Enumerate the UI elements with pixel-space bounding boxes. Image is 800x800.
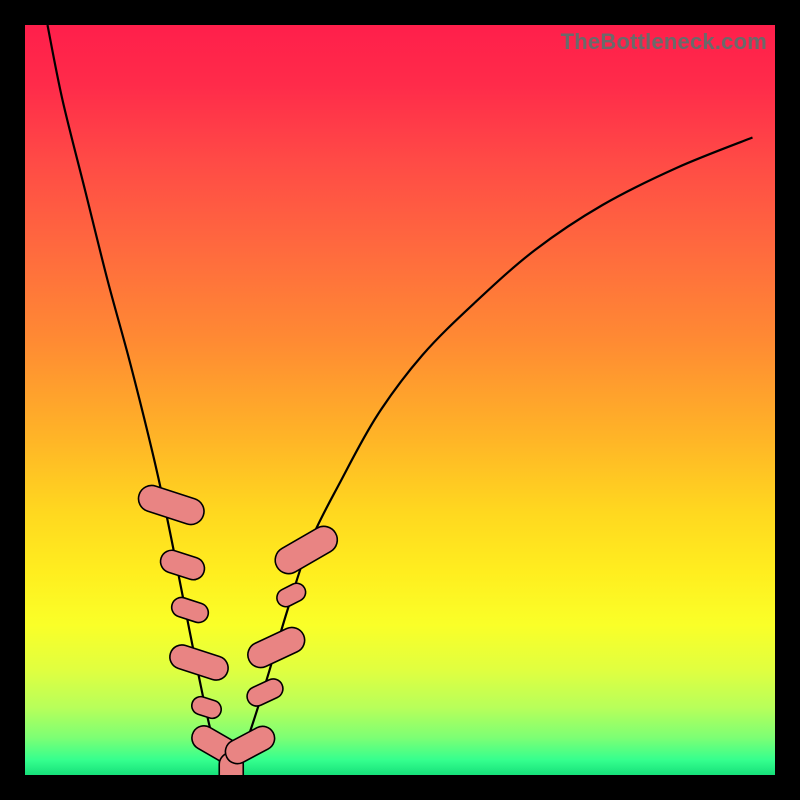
chart-frame: TheBottleneck.com (0, 0, 800, 800)
bead-marker (158, 547, 208, 582)
bead-marker (135, 482, 207, 528)
bead-marker (244, 623, 309, 671)
bead-marker (169, 595, 211, 625)
bead-marker (189, 694, 223, 720)
plot-area: TheBottleneck.com (25, 25, 775, 775)
curve-line (48, 25, 753, 775)
bead-marker (274, 580, 309, 610)
bottleneck-chart (25, 25, 775, 775)
bead-marker (244, 676, 286, 710)
bead-marker (270, 521, 342, 578)
beads-group (135, 482, 342, 775)
